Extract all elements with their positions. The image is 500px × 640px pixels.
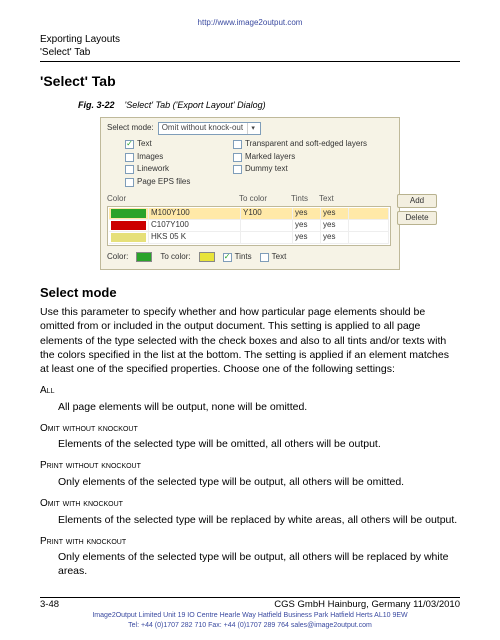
- option-title: Print with knockout: [40, 535, 460, 549]
- checkbox-linework[interactable]: Linework: [125, 164, 225, 175]
- page-header: Exporting Layouts 'Select' Tab: [40, 33, 460, 62]
- select-mode-label: Select mode:: [107, 123, 154, 134]
- color-swatch[interactable]: [136, 252, 152, 262]
- checkbox-marked-layers[interactable]: Marked layers: [233, 152, 393, 163]
- option-body: Only elements of the selected type will …: [58, 475, 460, 489]
- check-icon: [125, 178, 134, 187]
- to-color-label: To color:: [160, 252, 190, 263]
- table-row[interactable]: HKS 05 K yes yes: [109, 232, 389, 244]
- add-button[interactable]: Add: [397, 194, 437, 208]
- select-mode-dropdown[interactable]: Omit without knock-out ▾: [158, 122, 261, 135]
- check-icon: [125, 153, 134, 162]
- figure-label: Fig. 3-22: [78, 100, 115, 110]
- check-icon: ✓: [125, 140, 134, 149]
- option-title: Print without knockout: [40, 459, 460, 473]
- color-swatch: [111, 233, 146, 242]
- page-footer: 3-48 CGS GmbH Hainburg, Germany 11/03/20…: [40, 597, 460, 612]
- table-row[interactable]: M100Y100 Y100 yes yes: [109, 208, 389, 220]
- checkbox-images[interactable]: Images: [125, 152, 225, 163]
- option-body: Elements of the selected type will be re…: [58, 513, 460, 527]
- element-checkboxes: ✓Text Transparent and soft-edged layers …: [125, 139, 393, 188]
- check-icon: [260, 253, 269, 262]
- chevron-down-icon: ▾: [247, 123, 258, 134]
- color-label: Color:: [107, 252, 128, 263]
- option-body: Only elements of the selected type will …: [58, 550, 460, 578]
- color-table-header: Color To color Tints Text: [107, 194, 391, 205]
- checkbox-page-eps[interactable]: Page EPS files: [125, 177, 225, 188]
- color-table: M100Y100 Y100 yes yes C107Y100 yes yes: [107, 206, 391, 246]
- intro-paragraph: Use this parameter to specify whether an…: [40, 305, 460, 376]
- to-color-swatch[interactable]: [199, 252, 215, 262]
- checkbox-text[interactable]: ✓Text: [125, 139, 225, 150]
- checkbox-transparent[interactable]: Transparent and soft-edged layers: [233, 139, 393, 150]
- section-heading: Select mode: [40, 284, 460, 302]
- option-body: Elements of the selected type will be om…: [58, 437, 460, 451]
- header-line-1: Exporting Layouts: [40, 33, 460, 47]
- page-number: 3-48: [40, 599, 59, 612]
- option-title: Omit without knockout: [40, 422, 460, 436]
- check-icon: ✓: [223, 253, 232, 262]
- check-icon: [233, 140, 242, 149]
- check-icon: [125, 165, 134, 174]
- select-mode-value: Omit without knock-out: [162, 123, 243, 134]
- delete-button[interactable]: Delete: [397, 211, 437, 225]
- table-row[interactable]: C107Y100 yes yes: [109, 220, 389, 232]
- header-line-2: 'Select' Tab: [40, 46, 460, 60]
- footer-right: CGS GmbH Hainburg, Germany 11/03/2010: [274, 599, 460, 612]
- checkbox-foot-text[interactable]: Text: [260, 252, 287, 263]
- option-title: All: [40, 384, 460, 398]
- color-swatch: [111, 221, 146, 230]
- checkbox-foot-tints[interactable]: ✓Tints: [223, 252, 252, 263]
- color-swatch: [111, 209, 146, 218]
- color-editor-row: Color: To color: ✓Tints Text: [107, 252, 393, 263]
- check-icon: [233, 165, 242, 174]
- figure-caption: Fig. 3-22 'Select' Tab ('Export Layout' …: [78, 99, 460, 111]
- option-body: All page elements will be output, none w…: [58, 400, 460, 414]
- option-title: Omit with knockout: [40, 497, 460, 511]
- page-title: 'Select' Tab: [40, 72, 460, 91]
- footer-contact: Tel: +44 (0)1707 282 710 Fax: +44 (0)170…: [40, 622, 460, 630]
- select-tab-dialog: Select mode: Omit without knock-out ▾ ✓T…: [100, 117, 400, 270]
- checkbox-dummy-text[interactable]: Dummy text: [233, 164, 393, 175]
- figure-caption-text: 'Select' Tab ('Export Layout' Dialog): [125, 100, 266, 110]
- check-icon: [233, 153, 242, 162]
- page-url: http://www.image2output.com: [40, 18, 460, 29]
